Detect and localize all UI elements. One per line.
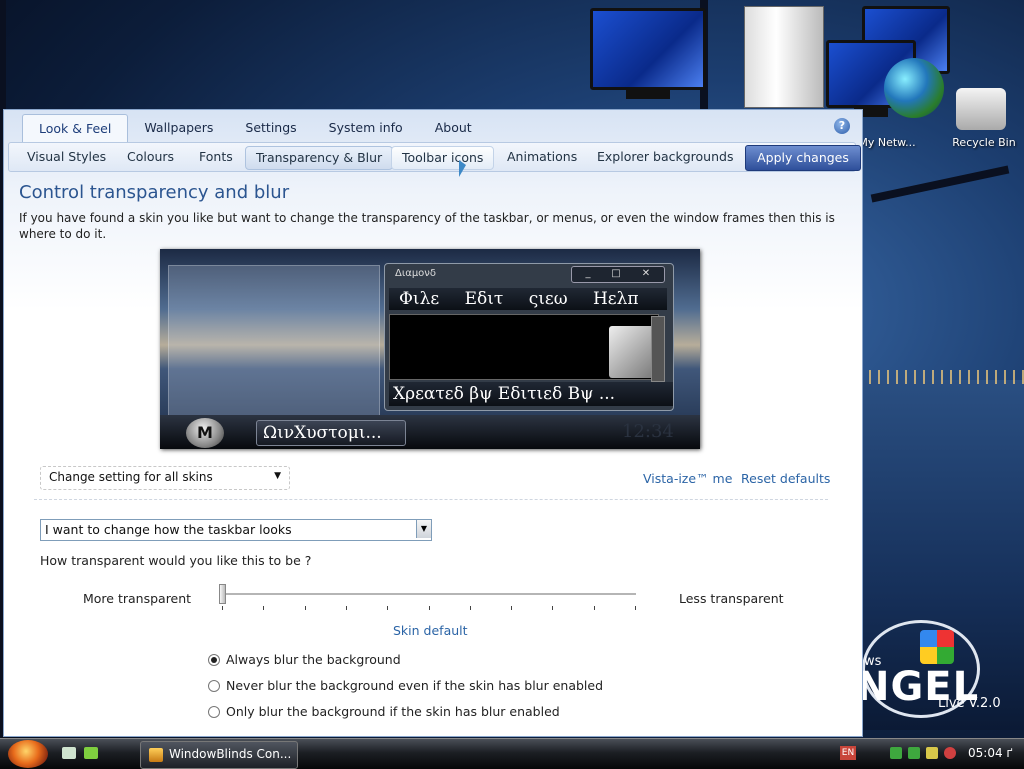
skin-scope-dropdown[interactable]: Change setting for all skins ▼ xyxy=(40,466,290,490)
show-desktop-icon[interactable] xyxy=(62,747,76,759)
radio-label[interactable]: Only blur the background if the skin has… xyxy=(226,704,560,719)
tab-colours[interactable]: Colours xyxy=(117,146,184,168)
target-element-value: I want to change how the taskbar looks xyxy=(45,522,292,537)
preview-menu-item: Ηελπ xyxy=(592,289,639,309)
preview-status-bar: Χρεατεδ βψ Εδιτιεδ Βψ ... xyxy=(389,382,673,406)
page-description: If you have found a skin you like but wa… xyxy=(19,211,835,241)
tab-visual-styles[interactable]: Visual Styles xyxy=(17,146,116,168)
sub-tab-bar: Visual Styles Colours Fonts Transparency… xyxy=(8,142,861,172)
tray-icon[interactable] xyxy=(908,747,920,759)
brand-version: Live V.2.0 xyxy=(938,696,1001,711)
tab-look-feel[interactable]: Look & Feel xyxy=(22,114,129,143)
slider-tick xyxy=(387,606,389,610)
desktop-icon-label: Recycle Bin xyxy=(952,136,1016,149)
security-alert-icon[interactable] xyxy=(944,747,956,759)
desktop-icon-recycle-bin[interactable]: Recycle Bin xyxy=(948,136,1020,149)
apply-changes-button[interactable]: Apply changes xyxy=(745,145,861,171)
target-element-dropdown[interactable]: I want to change how the taskbar looks ▼ xyxy=(40,519,432,541)
tab-explorer-backgrounds[interactable]: Explorer backgrounds xyxy=(587,146,743,168)
tab-animations[interactable]: Animations xyxy=(497,146,587,168)
help-icon[interactable]: ? xyxy=(834,118,850,134)
preview-menu-item: Εδιτ xyxy=(464,289,504,309)
mouse-cursor-icon xyxy=(459,160,466,177)
skin-default-link[interactable]: Skin default xyxy=(393,623,468,638)
windowblinds-config-window: Look & Feel Wallpapers Settings System i… xyxy=(3,109,863,737)
transparency-question: How transparent would you like this to b… xyxy=(40,553,312,568)
preview-taskbar: M ΩινΧυστομι... 12:34 xyxy=(160,415,700,449)
windows-flag-logo xyxy=(920,630,954,664)
preview-start-orb-icon: M xyxy=(186,418,224,448)
switch-windows-icon[interactable] xyxy=(84,747,98,759)
tab-wallpapers[interactable]: Wallpapers xyxy=(128,114,229,142)
preview-scrollbar xyxy=(651,316,665,382)
taskbar: WindowBlinds Con... EN 05:04 ґ xyxy=(0,738,1024,769)
reset-defaults-link[interactable]: Reset defaults xyxy=(741,471,830,486)
slider-max-label: Less transparent xyxy=(679,591,784,606)
desktop-icon-label: My Netw... xyxy=(858,136,916,149)
close-icon: ✕ xyxy=(641,268,651,279)
preview-window: Διαμονδ _ □ ✕ Φιλε Εδιτ ςιεω Ηελπ Χρεατε… xyxy=(384,263,674,411)
skin-preview: Διαμονδ _ □ ✕ Φιλε Εδιτ ςιεω Ηελπ Χρεατε… xyxy=(160,249,700,449)
tray-icon[interactable] xyxy=(890,747,902,759)
preview-glass-pane xyxy=(168,265,380,423)
slider-min-label: More transparent xyxy=(83,591,192,606)
tab-toolbar-icons[interactable]: Toolbar icons xyxy=(391,146,495,170)
preview-clock: 12:34 xyxy=(622,421,674,442)
slider-tick xyxy=(304,606,306,610)
slider-tick xyxy=(593,606,595,610)
chevron-down-icon[interactable]: ▼ xyxy=(416,520,431,538)
maximize-icon: □ xyxy=(611,268,621,279)
start-orb-icon[interactable] xyxy=(8,740,48,768)
windowblinds-icon xyxy=(149,748,163,762)
chevron-down-icon: ▼ xyxy=(274,471,281,481)
preview-menu-item: ςιεω xyxy=(528,289,568,309)
preview-menu-bar: Φιλε Εδιτ ςιεω Ηελπ xyxy=(389,288,667,310)
system-clock[interactable]: 05:04 ґ xyxy=(968,746,1013,760)
slider-tick xyxy=(263,606,265,610)
tab-settings[interactable]: Settings xyxy=(229,114,312,142)
recycle-bin-icon[interactable] xyxy=(956,88,1006,130)
monitor-icon[interactable] xyxy=(590,8,706,99)
minimize-icon: _ xyxy=(585,268,591,279)
slider-tick xyxy=(511,606,513,610)
slider-tick xyxy=(222,606,223,610)
tray-icon[interactable] xyxy=(926,747,938,759)
divider xyxy=(34,499,828,500)
documents-icon[interactable] xyxy=(744,6,824,108)
transparency-slider-thumb[interactable] xyxy=(219,584,226,604)
taskbar-button-windowblinds[interactable]: WindowBlinds Con... xyxy=(140,741,298,769)
radio-label[interactable]: Always blur the background xyxy=(226,652,401,667)
page-title: Control transparency and blur xyxy=(19,182,290,203)
tree-branch xyxy=(870,165,1010,203)
tab-fonts[interactable]: Fonts xyxy=(189,146,243,168)
tab-about[interactable]: About xyxy=(419,114,488,142)
main-tab-bar: Look & Feel Wallpapers Settings System i… xyxy=(22,114,488,143)
slider-tick xyxy=(428,606,430,610)
radio-always-blur[interactable] xyxy=(208,654,220,666)
slider-tick xyxy=(469,606,471,610)
radio-only-blur[interactable] xyxy=(208,706,220,718)
taskbar-button-label: WindowBlinds Con... xyxy=(169,747,292,761)
city-lights xyxy=(860,370,1024,384)
tab-system-info[interactable]: System info xyxy=(313,114,419,142)
language-indicator[interactable]: EN xyxy=(840,746,856,760)
preview-menu-item: Φιλε xyxy=(399,289,440,309)
preview-caption-buttons: _ □ ✕ xyxy=(571,266,665,283)
preview-document-icon xyxy=(609,326,655,378)
slider-tick xyxy=(635,606,636,610)
tab-transparency-blur[interactable]: Transparency & Blur xyxy=(245,146,394,170)
transparency-slider-track[interactable] xyxy=(220,593,636,596)
preview-taskbar-button: ΩινΧυστομι... xyxy=(256,420,406,446)
radio-never-blur[interactable] xyxy=(208,680,220,692)
vista-ize-link[interactable]: Vista-ize™ me xyxy=(643,471,732,486)
slider-tick xyxy=(552,606,554,610)
radio-label[interactable]: Never blur the background even if the sk… xyxy=(226,678,603,693)
skin-scope-value: Change setting for all skins xyxy=(49,470,213,484)
network-globe-icon[interactable] xyxy=(884,58,944,118)
preview-window-title: Διαμονδ xyxy=(395,268,437,279)
slider-tick xyxy=(345,606,347,610)
